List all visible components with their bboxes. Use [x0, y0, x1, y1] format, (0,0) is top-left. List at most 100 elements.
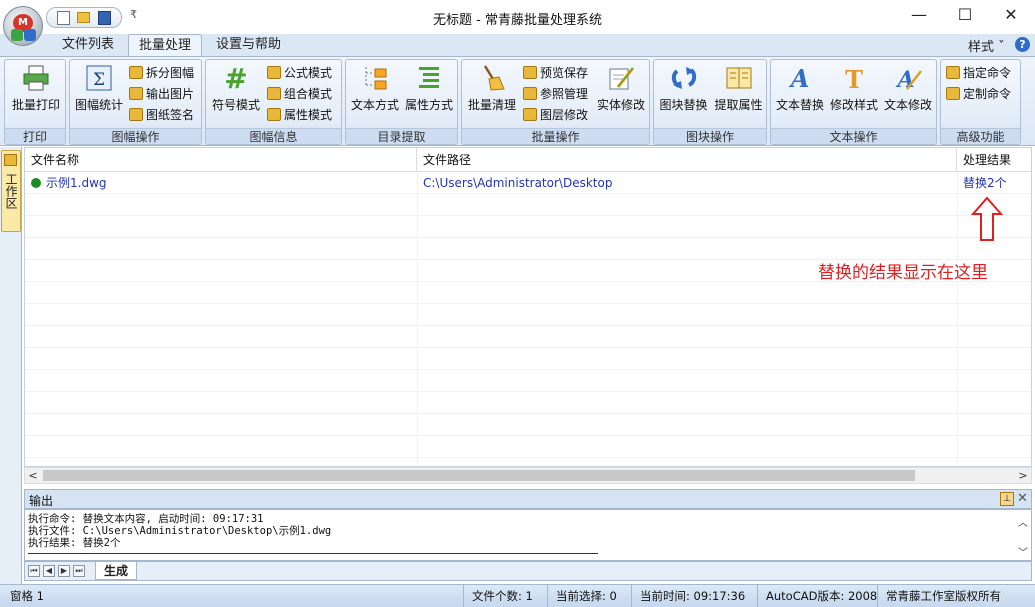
first-tab-icon[interactable]: ⏮	[28, 565, 40, 577]
entity-edit-button[interactable]: 实体修改	[594, 63, 648, 113]
column-file-path[interactable]: 文件路径	[417, 148, 957, 172]
edit-style-button[interactable]: T 修改样式	[827, 63, 881, 113]
extract-attr-label: 提取属性	[714, 98, 763, 112]
sheet-stats-button[interactable]: Σ 图幅统计	[72, 63, 126, 113]
hash-icon: #	[224, 63, 247, 93]
layer-edit-icon	[523, 108, 537, 121]
combo-mode-button[interactable]: 组合模式	[266, 85, 332, 103]
svg-text:#: #	[224, 63, 247, 93]
split-sheet-icon	[129, 66, 143, 79]
group-dir-extract: 文本方式 属性方式 目录提取	[345, 59, 458, 145]
app-menu-button[interactable]: M	[3, 6, 43, 46]
ribbon-tab-strip: 文件列表 批量处理 设置与帮助 样式 ˇ ?	[0, 34, 1035, 56]
custom-command-label: 定制命令	[963, 87, 1012, 101]
text-replace-button[interactable]: A 文本替换	[773, 63, 827, 113]
tab-settings-help[interactable]: 设置与帮助	[206, 34, 291, 56]
list-lines-icon	[419, 67, 439, 88]
group-print: 批量打印 打印	[4, 59, 66, 145]
text-edit-button[interactable]: A 文本修改	[881, 63, 935, 113]
attr-mode-button[interactable]: 属性模式	[266, 106, 332, 124]
close-output-icon[interactable]: ✕	[1017, 491, 1028, 506]
xref-manage-button[interactable]: 参照管理	[522, 85, 588, 103]
text-style-icon: T	[845, 65, 863, 93]
status-selected: 当前选择: 0	[547, 585, 625, 607]
status-bar: 窗格 1 文件个数: 1 当前选择: 0 当前时间: 09:17:36 Auto…	[0, 584, 1035, 607]
group-sheet-ops: Σ 图幅统计 拆分图幅 输出图片 图纸签名 图幅操作	[69, 59, 202, 145]
tab-file-list[interactable]: 文件列表	[52, 34, 124, 56]
block-replace-label: 图块替换	[659, 98, 708, 112]
export-image-button[interactable]: 输出图片	[128, 85, 194, 103]
text-method-button[interactable]: 文本方式	[348, 63, 402, 113]
block-replace-button[interactable]: 图块替换	[656, 63, 711, 113]
export-image-label: 输出图片	[146, 87, 195, 101]
horizontal-scrollbar[interactable]: < >	[24, 467, 1032, 484]
combo-mode-label: 组合模式	[284, 87, 333, 101]
status-pane: 窗格 1	[10, 589, 44, 603]
attr-method-button[interactable]: 属性方式	[402, 63, 456, 113]
batch-clean-label: 批量清理	[467, 98, 516, 112]
close-button[interactable]: ✕	[988, 0, 1034, 30]
attr-mode-icon	[267, 108, 281, 121]
output-line: 执行结果: 替换2个	[28, 537, 121, 549]
column-result[interactable]: 处理结果	[957, 148, 1031, 172]
sheet-sign-button[interactable]: 图纸签名	[128, 106, 194, 124]
svg-text:A: A	[789, 64, 810, 93]
scroll-right-icon[interactable]: >	[1015, 468, 1031, 483]
logo-blue-icon	[24, 29, 36, 41]
next-tab-icon[interactable]: ▶	[58, 565, 70, 577]
preview-save-button[interactable]: 预览保存	[522, 64, 588, 82]
status-autocad-version: AutoCAD版本: 2008	[757, 585, 885, 607]
output-tab-bar: ⏮ ◀ ▶ ⏭ 生成	[24, 561, 1032, 581]
output-tab-generate[interactable]: 生成	[95, 562, 138, 580]
specify-command-button[interactable]: 指定命令	[945, 64, 1011, 82]
table-row-empty	[25, 370, 1031, 392]
app-window: M ₹ 无标题 - 常青藤批量处理系统 — ☐ ✕ 文件列表 批量处理 设置与帮…	[0, 0, 1035, 607]
custom-command-button[interactable]: 定制命令	[945, 85, 1011, 103]
formula-mode-icon	[267, 66, 281, 79]
file-table: 文件名称 文件路径 处理结果 示例1.dwg C:\Users\Administ…	[24, 147, 1032, 467]
export-image-icon	[129, 87, 143, 100]
scroll-up-icon[interactable]: ︿	[1015, 514, 1031, 529]
help-icon[interactable]: ?	[1015, 37, 1030, 52]
status-copyright: 常青藤工作室版权所有	[877, 585, 1009, 607]
workspace-tab-label: 工作区	[4, 173, 18, 209]
xref-manage-icon	[523, 87, 537, 100]
scroll-down-icon[interactable]: ﹀	[1015, 544, 1031, 559]
logo-green-icon	[11, 29, 23, 41]
group-print-label: 打印	[5, 128, 65, 144]
edit-pencil-icon	[609, 67, 635, 90]
prev-tab-icon[interactable]: ◀	[43, 565, 55, 577]
group-batch-ops: 批量清理 预览保存 参照管理 图层修改 实体修改 批量操作	[461, 59, 650, 145]
cell-result: 替换2个	[963, 176, 1007, 190]
tab-batch-process[interactable]: 批量处理	[128, 34, 203, 56]
status-dot-icon	[31, 178, 41, 188]
formula-mode-button[interactable]: 公式模式	[266, 64, 332, 82]
symbol-mode-label: 符号模式	[211, 98, 260, 112]
window-title: 无标题 - 常青藤批量处理系统	[433, 13, 602, 28]
scroll-left-icon[interactable]: <	[25, 468, 41, 483]
output-line: 执行命令: 替换文本内容, 启动时间: 09:17:31	[28, 513, 264, 525]
scroll-thumb[interactable]	[43, 470, 915, 481]
last-tab-icon[interactable]: ⏭	[73, 565, 85, 577]
extract-attr-button[interactable]: 提取属性	[711, 63, 766, 113]
layer-edit-label: 图层修改	[540, 108, 589, 122]
pin-icon[interactable]: ⊥	[1000, 492, 1014, 506]
annotation-text: 替换的结果显示在这里	[818, 263, 988, 283]
minimize-button[interactable]: —	[896, 0, 942, 30]
layer-edit-button[interactable]: 图层修改	[522, 106, 588, 124]
text-edit-label: 文本修改	[883, 98, 932, 112]
table-header: 文件名称 文件路径 处理结果	[25, 148, 1031, 172]
symbol-mode-button[interactable]: # 符号模式	[208, 63, 264, 113]
batch-print-button[interactable]: 批量打印	[9, 63, 63, 113]
output-vertical-scrollbar[interactable]: ︿ ﹀	[1015, 510, 1031, 560]
column-file-name[interactable]: 文件名称	[25, 148, 417, 172]
up-arrow-annotation-icon	[970, 196, 1004, 241]
split-sheet-button[interactable]: 拆分图幅	[128, 64, 194, 82]
maximize-button[interactable]: ☐	[942, 0, 988, 30]
batch-clean-button[interactable]: 批量清理	[464, 63, 520, 113]
status-file-count: 文件个数: 1	[463, 585, 541, 607]
table-row[interactable]: 示例1.dwg C:\Users\Administrator\Desktop 替…	[25, 172, 1031, 194]
style-menu[interactable]: 样式 ˇ	[968, 36, 1005, 55]
table-row-empty	[25, 216, 1031, 238]
group-dir-extract-label: 目录提取	[346, 128, 457, 144]
